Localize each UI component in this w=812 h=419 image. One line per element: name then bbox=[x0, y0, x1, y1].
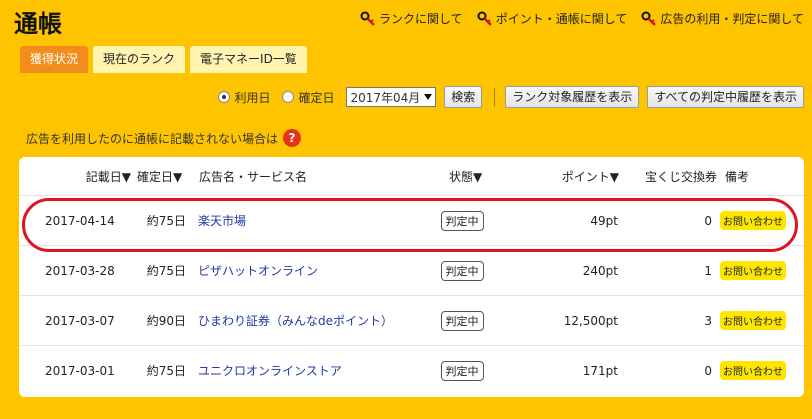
cell-lottery: 3 bbox=[704, 313, 712, 328]
radio-icon bbox=[282, 91, 295, 103]
header-confirm-date[interactable]: 確定日▼ bbox=[131, 168, 197, 185]
key-icon bbox=[477, 11, 492, 26]
ad-name-link[interactable]: 楽天市場 bbox=[198, 214, 246, 228]
filter-bar: 利用日 確定日 2017年04月 検索 ランク対象履歴を表示 すべての判定中履歴… bbox=[218, 86, 804, 108]
status-badge: 判定中 bbox=[440, 210, 484, 231]
radio-label: 確定日 bbox=[298, 90, 335, 105]
cell-record-date: 2017-04-14 bbox=[45, 213, 115, 228]
question-icon[interactable]: ? bbox=[283, 129, 302, 147]
radio-record-date[interactable]: 利用日 bbox=[218, 89, 270, 106]
cell-record-date: 2017-03-01 bbox=[45, 363, 115, 378]
help-link-label: ポイント・通帳に関して bbox=[495, 12, 628, 26]
header-status[interactable]: 状態▼ bbox=[443, 168, 503, 185]
help-link-ads[interactable]: 広告の利用・判定に関して bbox=[641, 10, 804, 27]
inquiry-button[interactable]: お問い合わせ bbox=[720, 261, 786, 280]
all-pending-history-button[interactable]: すべての判定中履歴を表示 bbox=[647, 86, 804, 108]
ad-name-link[interactable]: ひまわり証券（みんなdeポイント） bbox=[198, 314, 393, 328]
help-links: ランクに関して ポイント・通帳に関して 広告の利用・判定に関して bbox=[360, 10, 804, 27]
tab-acquisition[interactable]: 獲得状況 bbox=[20, 46, 89, 73]
help-link-points[interactable]: ポイント・通帳に関して bbox=[477, 10, 628, 27]
cell-points: 49pt bbox=[590, 213, 618, 228]
chevron-down-icon bbox=[424, 94, 433, 100]
notice-text: 広告を利用したのに通帳に記載されない場合は bbox=[26, 131, 279, 146]
cell-points: 240pt bbox=[582, 263, 618, 278]
radio-confirm-date[interactable]: 確定日 bbox=[282, 89, 334, 106]
status-badge: 判定中 bbox=[440, 360, 484, 381]
cell-points: 171pt bbox=[582, 363, 618, 378]
tabs: 獲得状況 現在のランク 電子マネーID一覧 bbox=[20, 46, 307, 73]
status-badge: 判定中 bbox=[440, 260, 484, 281]
cell-confirm-date: 約75日 bbox=[146, 264, 186, 278]
help-link-label: ランクに関して bbox=[379, 12, 463, 26]
table-row: 2017-03-01 約75日 ユニクロオンラインストア 判定中 171pt 0… bbox=[19, 345, 804, 395]
header-points[interactable]: ポイント▼ bbox=[503, 168, 619, 185]
cell-lottery: 1 bbox=[704, 263, 712, 278]
divider bbox=[494, 88, 496, 106]
radio-icon bbox=[218, 91, 231, 103]
cell-record-date: 2017-03-07 bbox=[45, 313, 115, 328]
page-title: 通帳 bbox=[14, 10, 62, 38]
table-row: 2017-04-14 約75日 楽天市場 判定中 49pt 0 お問い合わせ bbox=[19, 195, 804, 245]
unrecorded-notice: 広告を利用したのに通帳に記載されない場合は ? bbox=[26, 129, 302, 147]
radio-label: 利用日 bbox=[234, 90, 271, 105]
inquiry-button[interactable]: お問い合わせ bbox=[720, 211, 786, 230]
cell-confirm-date: 約90日 bbox=[146, 314, 186, 328]
tab-current-rank[interactable]: 現在のランク bbox=[93, 46, 186, 73]
inquiry-button[interactable]: お問い合わせ bbox=[720, 311, 786, 330]
help-link-label: 広告の利用・判定に関して bbox=[660, 12, 804, 26]
cell-record-date: 2017-03-28 bbox=[45, 263, 115, 278]
ad-name-link[interactable]: ピザハットオンライン bbox=[198, 264, 318, 278]
key-icon bbox=[360, 11, 375, 26]
passbook-table: 記載日▼ 確定日▼ 広告名・サービス名 状態▼ ポイント▼ 宝くじ交換券 備考 … bbox=[19, 157, 804, 397]
table-row: 2017-03-28 約75日 ピザハットオンライン 判定中 240pt 1 お… bbox=[19, 245, 804, 295]
month-select-value: 2017年04月 bbox=[350, 90, 421, 105]
table-header: 記載日▼ 確定日▼ 広告名・サービス名 状態▼ ポイント▼ 宝くじ交換券 備考 bbox=[19, 157, 804, 195]
cell-confirm-date: 約75日 bbox=[146, 364, 186, 378]
tab-emoney-id-list[interactable]: 電子マネーID一覧 bbox=[190, 46, 307, 73]
help-link-rank[interactable]: ランクに関して bbox=[360, 10, 463, 27]
table-row: 2017-03-07 約90日 ひまわり証券（みんなdeポイント） 判定中 12… bbox=[19, 295, 804, 345]
rank-history-button[interactable]: ランク対象履歴を表示 bbox=[505, 86, 640, 108]
header-record-date[interactable]: 記載日▼ bbox=[19, 168, 131, 185]
status-badge: 判定中 bbox=[440, 310, 484, 331]
cell-lottery: 0 bbox=[704, 363, 712, 378]
header-lottery: 宝くじ交換券 bbox=[644, 169, 717, 184]
key-icon bbox=[641, 11, 657, 26]
cell-confirm-date: 約75日 bbox=[146, 214, 186, 228]
ad-name-link[interactable]: ユニクロオンラインストア bbox=[198, 364, 342, 378]
header-name: 広告名・サービス名 bbox=[199, 169, 308, 184]
month-select[interactable]: 2017年04月 bbox=[346, 87, 437, 107]
search-button[interactable]: 検索 bbox=[444, 86, 483, 108]
header-note: 備考 bbox=[725, 169, 750, 184]
cell-points: 12,500pt bbox=[563, 313, 618, 328]
inquiry-button[interactable]: お問い合わせ bbox=[720, 361, 786, 380]
cell-lottery: 0 bbox=[704, 213, 712, 228]
